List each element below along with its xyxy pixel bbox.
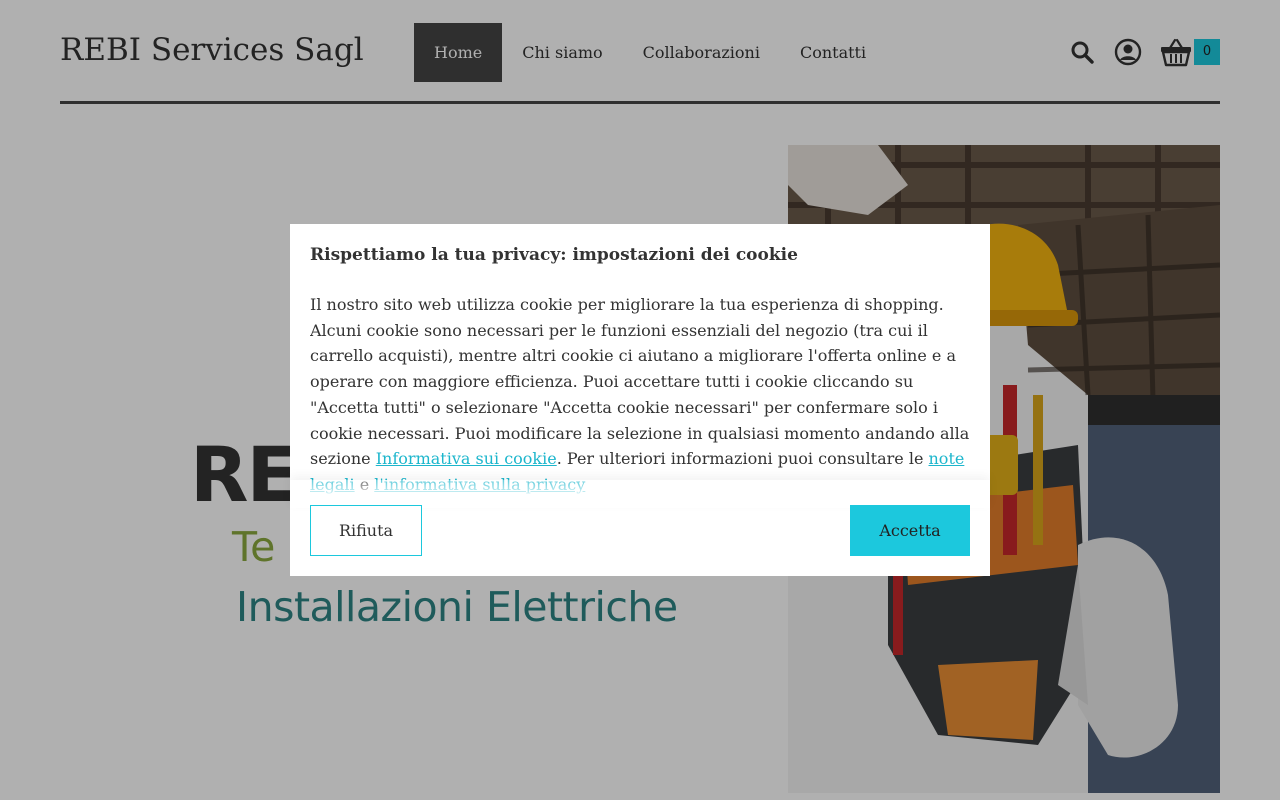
cookie-dialog-fade — [290, 480, 990, 508]
cookie-dialog-body: Il nostro sito web utilizza cookie per m… — [310, 292, 970, 498]
cookie-dialog-title: Rispettiamo la tua privacy: impostazioni… — [310, 245, 798, 265]
reject-button[interactable]: Rifiuta — [310, 505, 422, 556]
cookie-dialog-content[interactable]: Rispettiamo la tua privacy: impostazioni… — [310, 242, 970, 504]
cookie-policy-link[interactable]: Informativa sui cookie — [376, 449, 557, 468]
cookie-body-middle: . Per ulteriori informazioni puoi consul… — [556, 449, 924, 469]
cookie-body-text: Il nostro sito web utilizza cookie per m… — [310, 295, 970, 469]
accept-button[interactable]: Accetta — [850, 505, 970, 556]
cookie-consent-dialog: Rispettiamo la tua privacy: impostazioni… — [290, 224, 990, 576]
